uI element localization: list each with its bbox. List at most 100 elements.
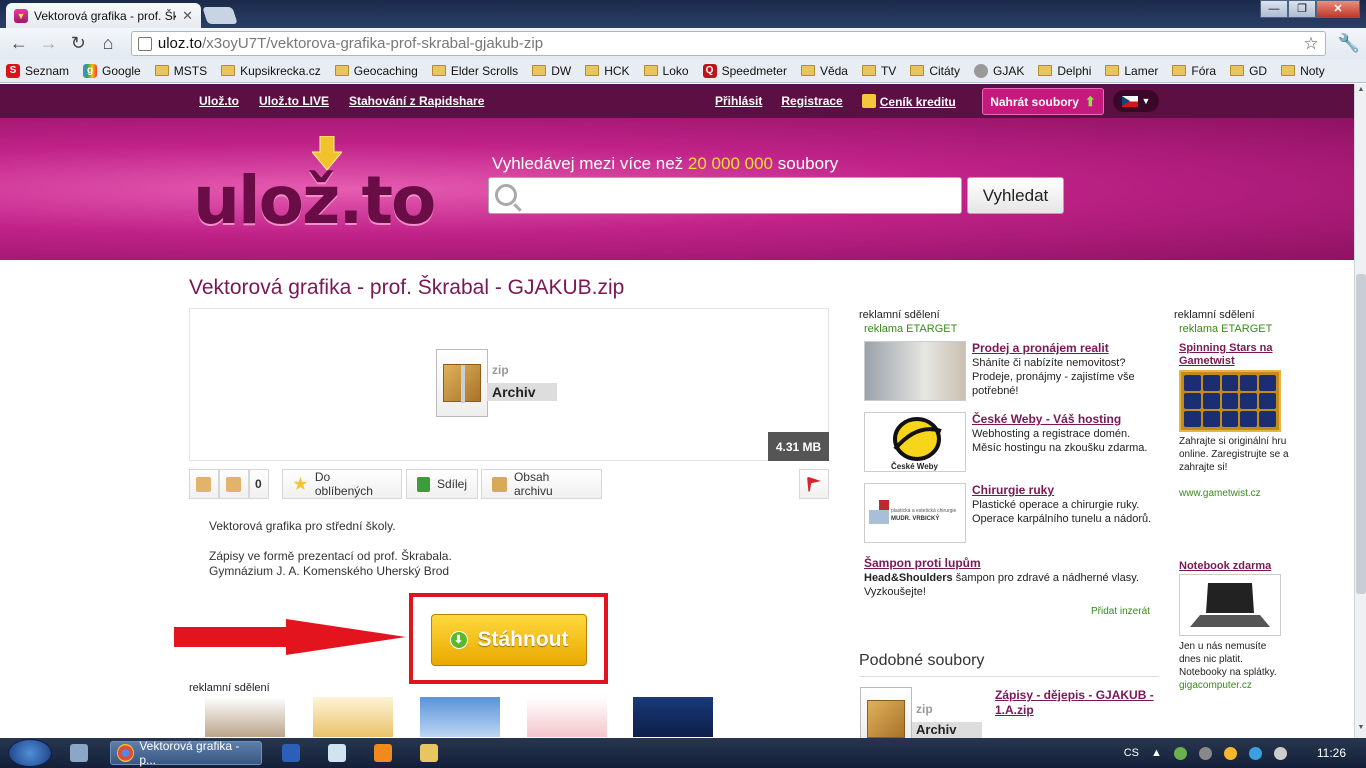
folder-icon	[585, 65, 600, 76]
login-link[interactable]: Přihlásit	[715, 94, 762, 108]
ad-gametwist-title[interactable]: Spinning Stars na Gametwist	[1179, 342, 1289, 368]
bookmark-seznam[interactable]: S Seznam	[6, 63, 69, 78]
archive-contents-button[interactable]: Obsah archivu	[481, 469, 602, 499]
address-bar[interactable]: uloz.to/x3oyU7T/vektorova-grafika-prof-s…	[130, 31, 1326, 56]
bookmark-gjak[interactable]: GJAK	[974, 63, 1024, 78]
site-logo[interactable]: ulož.to	[193, 162, 436, 239]
similar-archive-icon[interactable]	[860, 687, 912, 739]
ad-image-slots[interactable]	[1179, 370, 1281, 432]
taskbar-word[interactable]	[276, 741, 306, 765]
network-icon[interactable]	[1248, 746, 1262, 760]
credit-link[interactable]: Ceník kreditu	[880, 95, 956, 109]
ad-gametwist-url[interactable]: www.gametwist.cz	[1179, 487, 1289, 500]
folder-icon	[1172, 65, 1187, 76]
bookmark-folder-msts[interactable]: MSTS	[154, 64, 207, 78]
reload-icon[interactable]: ↻	[65, 31, 91, 57]
ad-thumb-tree[interactable]	[420, 697, 500, 737]
folder-icon	[1230, 65, 1245, 76]
ad-reality[interactable]: Prodej a pronájem realit Sháníte či nabí…	[864, 341, 1158, 403]
report-button[interactable]	[799, 469, 829, 499]
maximize-button[interactable]: ❐	[1288, 0, 1316, 18]
scroll-down-icon[interactable]: ▼	[1356, 724, 1366, 736]
clock[interactable]: 11:26	[1317, 746, 1346, 760]
nvidia-icon[interactable]	[1173, 746, 1187, 760]
credit-link-wrap[interactable]: Ceník kreditu	[861, 93, 956, 109]
language-indicator[interactable]: CS	[1124, 747, 1139, 759]
ad-thumb-tools[interactable]	[205, 697, 285, 737]
bookmark-speedmeter[interactable]: Q Speedmeter	[702, 63, 787, 78]
share-button[interactable]: Sdílej	[406, 469, 478, 499]
ad-image-laptop[interactable]	[1179, 574, 1281, 636]
favorites-button[interactable]: Do oblíbených	[282, 469, 402, 499]
ad-notebook-title[interactable]: Notebook zdarma	[1179, 560, 1289, 573]
register-link[interactable]: Registrace	[781, 94, 842, 108]
browser-tab[interactable]: ▼ Vektorová grafika - prof. Šk ✕	[6, 3, 201, 28]
taskbar-notepad[interactable]	[322, 741, 352, 765]
dislike-button[interactable]	[219, 469, 249, 499]
new-tab-button[interactable]	[202, 7, 238, 24]
bookmark-folder-citaty[interactable]: Citáty	[910, 64, 960, 78]
close-tab-icon[interactable]: ✕	[182, 8, 193, 24]
taskbar-keyboard[interactable]	[64, 741, 94, 765]
file-title: Vektorová grafika - prof. Škrabal - GJAK…	[189, 276, 625, 299]
site-header: ulož.to Vyhledávej mezi více než 20 000 …	[0, 118, 1354, 260]
download-button[interactable]: ⬇ Stáhnout	[431, 614, 587, 666]
scroll-up-icon[interactable]: ▲	[1356, 86, 1366, 98]
bookmark-star-icon[interactable]: ☆	[1303, 34, 1318, 54]
add-ad-link[interactable]: Přidat inzerát	[1091, 606, 1150, 617]
language-selector[interactable]: ▼	[1113, 90, 1159, 112]
similar-file-link[interactable]: Zápisy - dějepis - GJAKUB - 1.A.zip	[995, 688, 1155, 718]
ad-chirurgie[interactable]: plastická a estetická chirurgie MUDR. VR…	[864, 483, 1158, 545]
nav-link-ulozto-live[interactable]: Ulož.to LIVE	[259, 94, 329, 108]
home-icon[interactable]: ⌂	[95, 31, 121, 57]
ad-thumb-beer[interactable]	[313, 697, 393, 737]
bookmark-folder-gd[interactable]: GD	[1230, 64, 1267, 78]
bookmark-folder-kupsikrecka[interactable]: Kupsikrecka.cz	[221, 64, 321, 78]
close-window-button[interactable]: ✕	[1316, 0, 1360, 18]
windows-taskbar: Vektorová grafika - p... CS ▲ 11:26	[0, 738, 1366, 768]
bookmark-folder-fora[interactable]: Fóra	[1172, 64, 1216, 78]
page-scrollbar[interactable]: ▲ ▼	[1354, 84, 1366, 738]
search-input[interactable]	[488, 177, 962, 214]
ad-ceske-weby[interactable]: České Weby České Weby - Váš hosting Webh…	[864, 412, 1158, 474]
forward-icon[interactable]: →	[36, 31, 62, 57]
nav-link-ulozto[interactable]: Ulož.to	[199, 94, 239, 108]
bookmark-folder-delphi[interactable]: Delphi	[1038, 64, 1091, 78]
upload-button[interactable]: Nahrát soubory ⬆	[982, 88, 1104, 115]
taskbar-media[interactable]	[368, 741, 398, 765]
sync-icon[interactable]	[1198, 746, 1212, 760]
ad-thumb-toy[interactable]	[527, 697, 607, 737]
drive-icon[interactable]	[1223, 746, 1237, 760]
bookmark-folder-lamer[interactable]: Lamer	[1105, 64, 1158, 78]
bookmark-google[interactable]: g Google	[83, 63, 141, 78]
ad-thumb-game[interactable]	[633, 697, 713, 737]
bookmark-folder-dw[interactable]: DW	[532, 64, 571, 78]
bookmark-folder-tv[interactable]: TV	[861, 64, 896, 78]
etarget-label[interactable]: reklama ETARGET	[864, 323, 957, 335]
taskbar-chrome[interactable]: Vektorová grafika - p...	[110, 739, 262, 767]
bookmark-folder-veda[interactable]: Věda	[800, 64, 848, 78]
wrench-menu-icon[interactable]: 🔧	[1338, 33, 1360, 54]
ad-notebook-text: Jen u nás nemusíte dnes nic platit. Note…	[1179, 641, 1277, 678]
like-button[interactable]	[189, 469, 219, 499]
word-icon	[282, 744, 300, 762]
back-icon[interactable]: ←	[6, 31, 32, 57]
ad-shampoo[interactable]: Šampon proti lupům Head&Shoulders šampon…	[864, 556, 1158, 599]
show-hidden-icons[interactable]: ▲	[1151, 747, 1162, 759]
minimize-button[interactable]: —	[1260, 0, 1288, 18]
nav-link-rapidshare[interactable]: Stahování z Rapidshare	[349, 94, 484, 108]
volume-icon[interactable]	[1273, 746, 1287, 760]
search-button[interactable]: Vyhledat	[967, 177, 1064, 214]
etarget-label-2[interactable]: reklama ETARGET	[1179, 323, 1272, 335]
bookmark-folder-loko[interactable]: Loko	[643, 64, 689, 78]
bookmark-folder-geocaching[interactable]: Geocaching	[334, 64, 418, 78]
notepad-icon	[328, 744, 346, 762]
scroll-thumb[interactable]	[1356, 274, 1366, 594]
bookmark-folder-noty[interactable]: Noty	[1281, 64, 1325, 78]
taskbar-explorer[interactable]	[414, 741, 444, 765]
start-button[interactable]	[8, 739, 52, 767]
bookmark-folder-hck[interactable]: HCK	[585, 64, 630, 78]
file-size: 4.31 MB	[768, 432, 829, 461]
bookmark-folder-elder-scrolls[interactable]: Elder Scrolls	[431, 64, 518, 78]
ad-notebook-url[interactable]: gigacomputer.cz	[1179, 679, 1289, 692]
